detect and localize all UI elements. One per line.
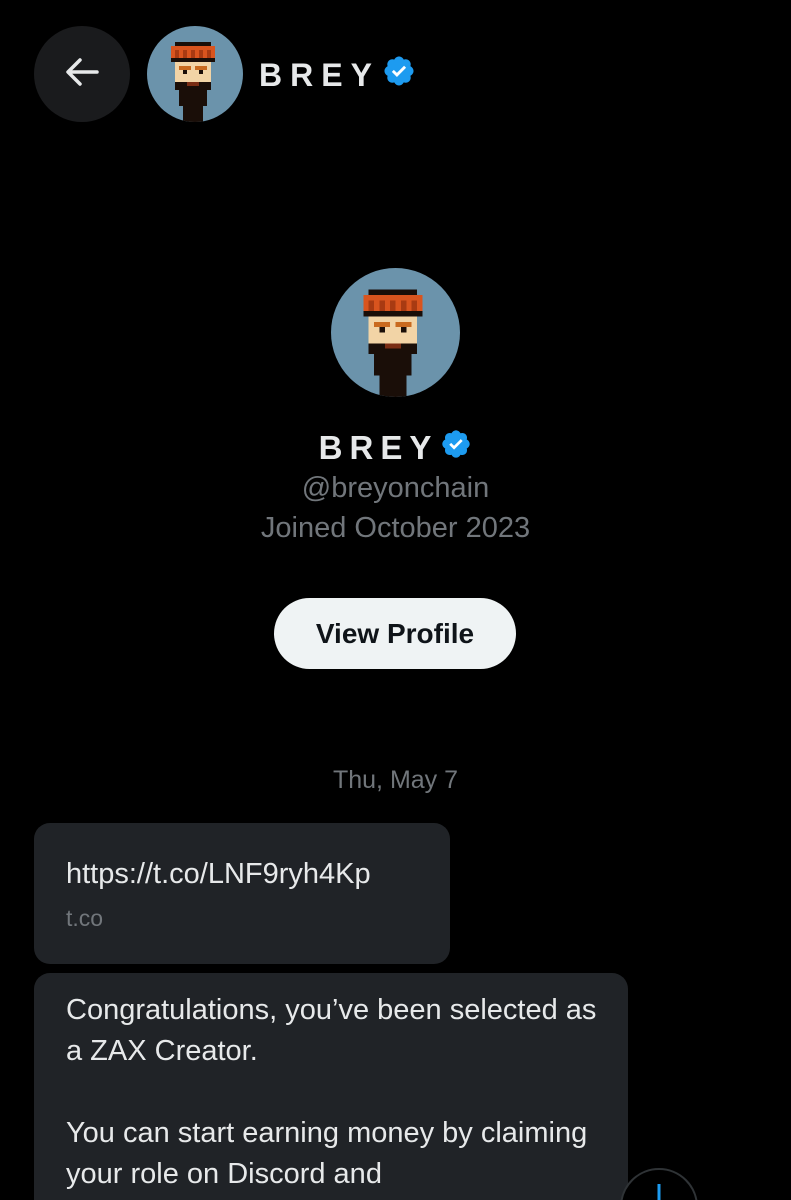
dm-conversation-screen: BREY BREY @breyonchain Joined October 20…	[0, 0, 791, 1200]
scroll-to-bottom-button[interactable]	[620, 1168, 698, 1200]
message-bubble-text[interactable]: Congratulations, you’ve been selected as…	[34, 973, 628, 1200]
header-avatar[interactable]	[147, 26, 243, 122]
profile-avatar[interactable]	[331, 268, 460, 397]
link-domain: t.co	[66, 905, 104, 931]
profile-joined-date: Joined October 2023	[260, 512, 531, 544]
back-button[interactable]	[34, 26, 130, 122]
message-text: Congratulations, you’ve been selected as…	[66, 994, 597, 1190]
profile-handle: @breyonchain	[301, 472, 490, 504]
profile-name: BREY	[0, 428, 791, 468]
header-name-text: BREY	[259, 56, 380, 93]
message-bubble-link[interactable]: https://t.co/LNF9ryh4Kp t.co	[34, 823, 450, 964]
arrow-down-icon	[656, 1182, 662, 1200]
profile-name-text: BREY	[318, 429, 439, 466]
arrow-left-icon	[65, 57, 99, 92]
link-url[interactable]: https://t.co/LNF9ryh4Kp	[66, 858, 371, 891]
date-separator: Thu, May 7	[332, 766, 459, 794]
verified-badge-icon	[440, 428, 472, 468]
view-profile-button[interactable]: View Profile	[274, 598, 516, 669]
header-title[interactable]: BREY	[259, 52, 416, 98]
verified-badge-icon	[382, 54, 416, 96]
